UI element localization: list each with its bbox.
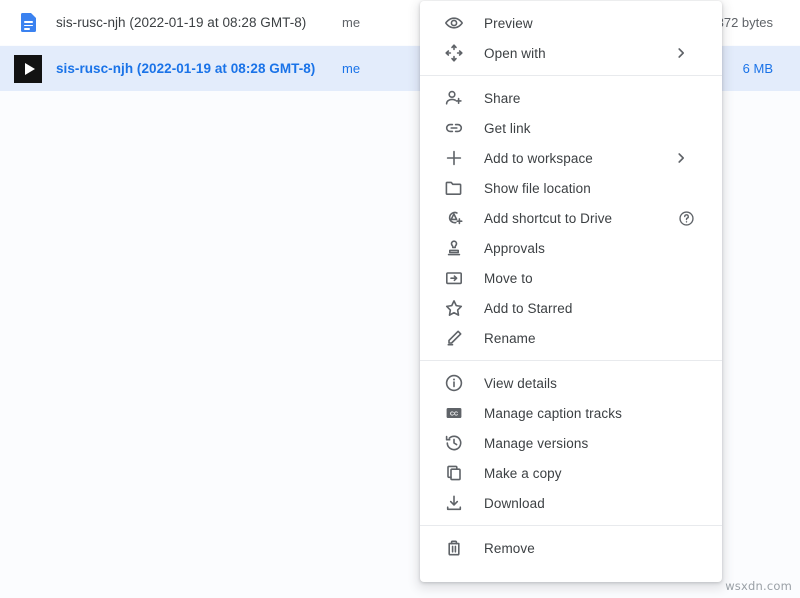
eye-icon [443,12,465,34]
menu-item-preview[interactable]: Preview [420,8,722,38]
menu-item-label: Show file location [484,181,591,196]
menu-item-label: Download [484,496,545,511]
menu-item-view-details[interactable]: View details [420,368,722,398]
info-icon [443,372,465,394]
folder-icon [443,177,465,199]
menu-item-download[interactable]: Download [420,488,722,518]
star-icon [443,297,465,319]
person-add-icon [443,87,465,109]
menu-item-label: Add shortcut to Drive [484,211,612,226]
approval-stamp-icon [443,237,465,259]
link-icon [443,117,465,139]
menu-item-approvals[interactable]: Approvals [420,233,722,263]
closed-caption-icon: CC [443,402,465,424]
question-mark-circle-icon[interactable] [678,210,695,227]
menu-divider [420,360,722,361]
plus-icon [443,147,465,169]
menu-item-rename[interactable]: Rename [420,323,722,353]
menu-item-make-a-copy[interactable]: Make a copy [420,458,722,488]
open-with-arrows-icon [443,42,465,64]
menu-group: Share Get link Add to workspace Show file l… [420,83,722,353]
video-thumbnail-play-icon [14,55,42,83]
chevron-right-icon [674,46,688,60]
file-size: 372 bytes [717,15,773,30]
menu-item-add-shortcut-to-drive[interactable]: Add shortcut to Drive [420,203,722,233]
menu-item-remove[interactable]: Remove [420,533,722,563]
menu-item-show-file-location[interactable]: Show file location [420,173,722,203]
svg-text:CC: CC [450,411,458,417]
copy-icon [443,462,465,484]
menu-item-manage-versions[interactable]: Manage versions [420,428,722,458]
menu-item-open-with[interactable]: Open with [420,38,722,68]
file-type-icon-cell [0,13,56,32]
file-size: 6 MB [743,61,773,76]
menu-group: Remove [420,533,722,563]
menu-item-label: Manage versions [484,436,588,451]
menu-item-label: Open with [484,46,546,61]
menu-item-add-to-workspace[interactable]: Add to workspace [420,143,722,173]
menu-item-label: View details [484,376,557,391]
menu-item-label: Rename [484,331,536,346]
menu-item-label: Get link [484,121,531,136]
download-icon [443,492,465,514]
menu-item-label: Make a copy [484,466,562,481]
menu-item-label: Manage caption tracks [484,406,622,421]
chevron-right-icon [674,151,688,165]
menu-item-label: Add to Starred [484,301,572,316]
file-type-icon-cell [0,55,56,83]
move-to-folder-icon [443,267,465,289]
menu-item-manage-caption-tracks[interactable]: CC Manage caption tracks [420,398,722,428]
file-owner: me [342,61,360,76]
menu-item-label: Share [484,91,521,106]
file-owner: me [342,15,360,30]
menu-item-move-to[interactable]: Move to [420,263,722,293]
menu-item-share[interactable]: Share [420,83,722,113]
menu-item-label: Remove [484,541,535,556]
history-clock-icon [443,432,465,454]
watermark: wsxdn.com [725,579,792,593]
menu-divider [420,75,722,76]
menu-item-label: Approvals [484,241,545,256]
drive-shortcut-add-icon [443,207,465,229]
menu-item-label: Preview [484,16,533,31]
menu-group: Preview Open with [420,8,722,68]
trash-icon [443,537,465,559]
menu-item-add-to-starred[interactable]: Add to Starred [420,293,722,323]
file-name[interactable]: sis-rusc-njh (2022-01-19 at 08:28 GMT-8) [56,61,315,76]
file-name[interactable]: sis-rusc-njh (2022-01-19 at 08:28 GMT-8) [56,15,306,30]
context-menu[interactable]: Preview Open with Share Get link Add to work… [420,1,722,582]
blue-document-icon [21,13,36,32]
menu-item-label: Move to [484,271,533,286]
pencil-icon [443,327,465,349]
menu-item-get-link[interactable]: Get link [420,113,722,143]
menu-divider [420,525,722,526]
menu-item-label: Add to workspace [484,151,593,166]
menu-group: View details CC Manage caption tracks Manag… [420,368,722,518]
